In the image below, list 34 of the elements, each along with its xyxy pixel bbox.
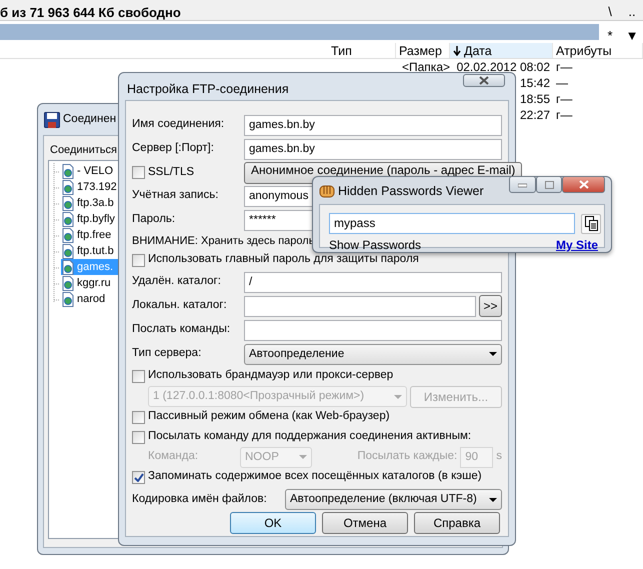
group-label: Соединиться <box>50 143 117 158</box>
field-label: Посылать каждые: <box>357 449 458 464</box>
checkbox-label: Show Passwords <box>329 237 422 254</box>
table-cell: 02.02.2012 08:02 <box>456 60 550 74</box>
checkbox-label: Запоминать содержимое всех посещённых каталогов (в кэше) <box>148 469 482 484</box>
warning-text: ВНИМАНИЕ: Хранить здесь пароль <box>132 234 314 249</box>
field-label: Кодировка имён файлов: <box>132 492 268 507</box>
table-cell: 15:42 <box>520 76 550 90</box>
field-label: Послать команды: <box>132 322 232 338</box>
checkbox-label: Пассивный режим обмена (как Web-браузер) <box>148 409 390 424</box>
field-label: Имя соединения: <box>132 117 226 132</box>
table-cell: г— <box>556 60 572 74</box>
free-space-label: б из 71 963 644 Кб свободно <box>0 4 182 20</box>
window-title: Соединен <box>63 112 116 127</box>
field-label: Локальн. каталог: <box>132 298 228 314</box>
dialog-title: Настройка FTP-соединения <box>127 81 289 98</box>
window-title: Hidden Passwords Viewer <box>338 183 484 200</box>
checkbox-label: Использовать главный пароль для защиты пароля <box>148 252 419 268</box>
table-cell: — <box>556 76 568 90</box>
table-cell: г— <box>556 108 572 122</box>
checkbox-label: Использовать брандмауэр или прокси-сервер <box>148 368 394 384</box>
table-cell: 18:55 <box>520 92 550 106</box>
table-cell: г— <box>556 92 572 106</box>
unit-label: s <box>496 449 502 464</box>
field-label: Команда: <box>148 449 200 464</box>
field-label: Учётная запись: <box>132 188 220 204</box>
field-label: Тип сервера: <box>132 346 202 362</box>
field-label: Сервер [:Порт]: <box>132 141 215 156</box>
field-label: Пароль: <box>132 212 176 228</box>
checkbox-label: Посылать команду для поддержания соединения активным: <box>148 429 472 444</box>
table-cell: 22:27 <box>520 108 550 122</box>
table-cell: <Папка> <box>402 60 450 74</box>
field-label: Удалён. каталог: <box>132 274 222 290</box>
checkbox-label: SSL/TLS <box>148 164 194 180</box>
